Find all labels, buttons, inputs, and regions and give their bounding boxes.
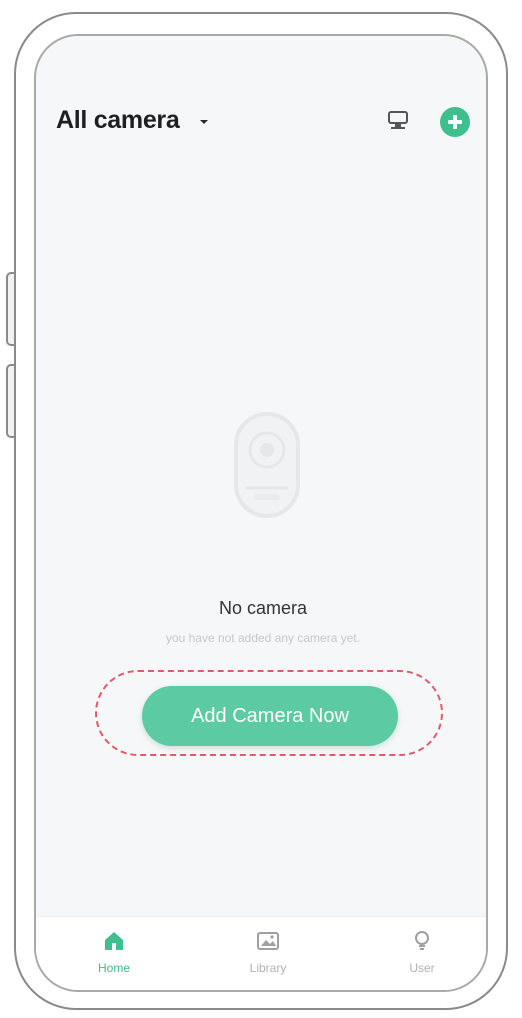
nav-item-home[interactable]: Home [64, 917, 164, 990]
nav-label-home: Home [97, 961, 130, 975]
empty-state-title: No camera [218, 598, 308, 618]
camera-filter-dropdown[interactable]: All camera [56, 106, 180, 135]
user-icon [415, 931, 429, 950]
nav-label-library: Library [249, 961, 287, 975]
empty-state-subtitle: you have not added any camera yet. [165, 631, 361, 645]
camera-placeholder-icon [234, 412, 300, 518]
app-screen: All camera No camera you have not added … [34, 34, 488, 992]
nav-item-user[interactable]: User [372, 917, 472, 990]
monitor-icon[interactable] [386, 110, 410, 132]
add-camera-button[interactable]: Add Camera Now [142, 686, 398, 746]
image-icon [257, 932, 279, 950]
nav-label-user: User [409, 961, 435, 975]
plus-circle-icon[interactable] [440, 107, 470, 137]
nav-item-library[interactable]: Library [218, 917, 318, 990]
page: All camera No camera you have not added … [0, 0, 522, 1018]
home-icon [105, 932, 123, 950]
bottom-navigation: Home Library User [36, 916, 486, 990]
chevron-down-icon[interactable] [200, 120, 208, 124]
